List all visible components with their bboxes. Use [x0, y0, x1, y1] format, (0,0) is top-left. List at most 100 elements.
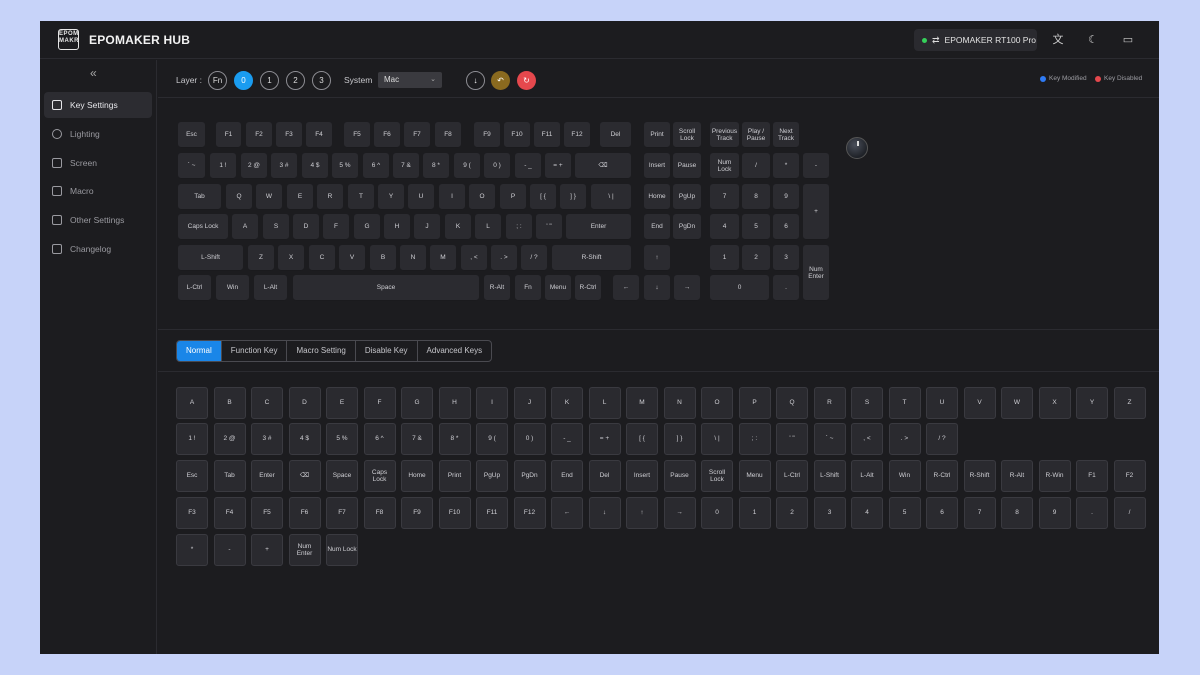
- picker-key-6[interactable]: 6 ^: [363, 423, 396, 455]
- tab-advanced-keys[interactable]: Advanced Keys: [416, 341, 492, 361]
- key-3[interactable]: 3: [773, 245, 799, 271]
- picker-key-pgdn[interactable]: PgDn: [513, 460, 546, 492]
- key-symbol[interactable]: ↑: [644, 245, 670, 271]
- picker-key-pgup[interactable]: PgUp: [476, 460, 508, 492]
- moon-icon[interactable]: ☾: [1085, 32, 1101, 48]
- picker-key-1[interactable]: 1: [738, 497, 771, 529]
- picker-key-h[interactable]: H: [438, 387, 471, 419]
- picker-key-del[interactable]: Del: [588, 460, 621, 492]
- picker-key-symbol[interactable]: ; :: [738, 423, 771, 455]
- key-f2[interactable]: F2: [246, 122, 272, 148]
- sidebar-item-changelog[interactable]: Changelog: [44, 236, 152, 262]
- picker-key-symbol[interactable]: →: [663, 497, 696, 529]
- picker-key-r[interactable]: R: [813, 387, 846, 419]
- picker-key-tab[interactable]: Tab: [213, 460, 246, 492]
- picker-key-2[interactable]: 2: [776, 497, 808, 529]
- picker-key-p[interactable]: P: [738, 387, 771, 419]
- picker-key-7[interactable]: 7 &: [401, 423, 433, 455]
- picker-key-d[interactable]: D: [288, 387, 321, 419]
- picker-key-symbol[interactable]: ↑: [626, 497, 658, 529]
- key-f11[interactable]: F11: [534, 122, 560, 148]
- picker-key-5[interactable]: 5 %: [326, 423, 358, 455]
- key-symbol[interactable]: ] }: [560, 184, 586, 210]
- key-t[interactable]: T: [348, 184, 374, 210]
- key-7[interactable]: 7 &: [393, 153, 419, 179]
- picker-key-print[interactable]: Print: [438, 460, 471, 492]
- picker-key-m[interactable]: M: [626, 387, 658, 419]
- sidebar-item-screen[interactable]: Screen: [44, 150, 152, 176]
- key-f[interactable]: F: [323, 214, 349, 240]
- key-symbol[interactable]: ⌫: [575, 153, 631, 179]
- key-r-alt[interactable]: R-Alt: [484, 275, 510, 301]
- key-f5[interactable]: F5: [344, 122, 370, 148]
- key-symbol[interactable]: [ {: [530, 184, 556, 210]
- picker-key-f3[interactable]: F3: [176, 497, 208, 529]
- key-next-track[interactable]: Next Track: [773, 122, 799, 148]
- picker-key-i[interactable]: I: [476, 387, 508, 419]
- layer-3-button[interactable]: 3: [312, 71, 331, 90]
- key-l-shift[interactable]: L-Shift: [178, 245, 243, 271]
- picker-key-symbol[interactable]: /: [1113, 497, 1146, 529]
- key-symbol[interactable]: ' ": [536, 214, 562, 240]
- key-8[interactable]: 8 *: [423, 153, 449, 179]
- picker-key-symbol[interactable]: ←: [551, 497, 583, 529]
- key-q[interactable]: Q: [226, 184, 252, 210]
- key-pause[interactable]: Pause: [673, 153, 701, 179]
- picker-key-symbol[interactable]: = +: [588, 423, 621, 455]
- picker-key-symbol[interactable]: -: [213, 534, 246, 566]
- picker-key-q[interactable]: Q: [776, 387, 808, 419]
- key-h[interactable]: H: [384, 214, 410, 240]
- key-caps-lock[interactable]: Caps Lock: [178, 214, 228, 240]
- picker-key-f11[interactable]: F11: [476, 497, 508, 529]
- key-f12[interactable]: F12: [564, 122, 590, 148]
- picker-key-8[interactable]: 8: [1001, 497, 1033, 529]
- picker-key-f2[interactable]: F2: [1113, 460, 1146, 492]
- key-5[interactable]: 5 %: [332, 153, 358, 179]
- picker-key-symbol[interactable]: / ?: [926, 423, 958, 455]
- key-o[interactable]: O: [469, 184, 495, 210]
- picker-key-f5[interactable]: F5: [251, 497, 283, 529]
- key-insert[interactable]: Insert: [644, 153, 670, 179]
- key-symbol[interactable]: +: [803, 184, 829, 240]
- key-0[interactable]: 0: [710, 275, 769, 301]
- picker-key-num-enter[interactable]: Num Enter: [288, 534, 321, 566]
- key-1[interactable]: 1 !: [210, 153, 236, 179]
- key-symbol[interactable]: ←: [613, 275, 639, 301]
- key-previous-track[interactable]: Previous Track: [710, 122, 739, 148]
- key-pgdn[interactable]: PgDn: [673, 214, 701, 240]
- key-b[interactable]: B: [370, 245, 396, 271]
- key-end[interactable]: End: [644, 214, 670, 240]
- picker-key-r-shift[interactable]: R-Shift: [963, 460, 996, 492]
- picker-key-z[interactable]: Z: [1113, 387, 1146, 419]
- key-9[interactable]: 9 (: [454, 153, 480, 179]
- key-l-alt[interactable]: L-Alt: [254, 275, 287, 301]
- volume-knob[interactable]: [846, 137, 868, 159]
- picker-key-pause[interactable]: Pause: [663, 460, 696, 492]
- picker-key-home[interactable]: Home: [401, 460, 433, 492]
- picker-key-w[interactable]: W: [1001, 387, 1033, 419]
- key-symbol[interactable]: /: [742, 153, 770, 179]
- key-num-enter[interactable]: Num Enter: [803, 245, 829, 301]
- key-symbol[interactable]: , <: [461, 245, 487, 271]
- key-1[interactable]: 1: [710, 245, 739, 271]
- picker-key-symbol[interactable]: , <: [851, 423, 883, 455]
- picker-key-r-win[interactable]: R-Win: [1038, 460, 1071, 492]
- key-esc[interactable]: Esc: [178, 122, 205, 148]
- picker-key-a[interactable]: A: [176, 387, 208, 419]
- picker-key-symbol[interactable]: [ {: [626, 423, 658, 455]
- picker-key-enter[interactable]: Enter: [251, 460, 283, 492]
- picker-key-symbol[interactable]: . >: [888, 423, 921, 455]
- picker-key-5[interactable]: 5: [888, 497, 921, 529]
- picker-key-f10[interactable]: F10: [438, 497, 471, 529]
- picker-key-t[interactable]: T: [888, 387, 921, 419]
- key-l-ctrl[interactable]: L-Ctrl: [178, 275, 211, 301]
- picker-key-f7[interactable]: F7: [326, 497, 358, 529]
- key-v[interactable]: V: [339, 245, 365, 271]
- key-u[interactable]: U: [408, 184, 434, 210]
- picker-key-9[interactable]: 9 (: [476, 423, 508, 455]
- picker-key-space[interactable]: Space: [326, 460, 358, 492]
- picker-key-n[interactable]: N: [663, 387, 696, 419]
- tab-normal[interactable]: Normal: [177, 341, 221, 361]
- picker-key-symbol[interactable]: *: [176, 534, 208, 566]
- picker-key-l-shift[interactable]: L-Shift: [813, 460, 846, 492]
